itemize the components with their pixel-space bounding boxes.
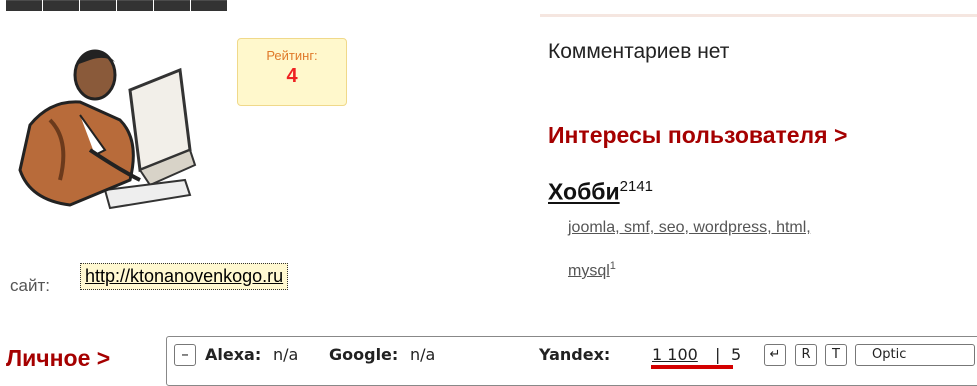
t-button[interactable]: T [825,344,847,366]
r-button[interactable]: R [795,344,817,366]
alexa-label: Alexa: [205,345,262,364]
cropped-heading: ▬▬▬▬▬▬ [6,0,228,20]
rating-badge: Рейтинг: 4 [237,38,347,106]
hobby-tags-link[interactable]: joomla, smf, seo, wordpress, html, [568,219,811,237]
hobby-link[interactable]: Хобби [548,179,620,205]
site-link[interactable]: http://ktonanovenkogo.ru [80,263,289,290]
enter-button[interactable]: ↵ [764,344,786,366]
rating-label: Рейтинг: [266,48,318,63]
hobby-tag-mysql: mysql1 [568,260,616,280]
interests-heading[interactable]: Интересы пользователя > [548,122,847,149]
yandex-underline [651,365,733,369]
minimize-button[interactable]: – [174,344,196,366]
site-label: сайт: [10,276,50,295]
seo-toolbar: – Alexa: n/a Google: n/a Yandex: 1 100 |… [166,336,977,386]
hobby-heading: Хобби2141 [548,178,653,206]
yandex-value-link[interactable]: 1 100 [652,345,698,364]
alexa-value: n/a [273,345,299,364]
no-comments-text: Комментариев нет [548,40,730,63]
yandex-extra: 5 [731,345,742,364]
google-label: Google: [329,345,399,364]
personal-heading[interactable]: Личное > [6,345,110,372]
rating-value: 4 [286,65,298,87]
tag-mysql-link[interactable]: mysql [568,262,610,279]
yandex-separator: | [715,345,721,364]
google-value: n/a [410,345,436,364]
hobby-count: 2141 [619,178,654,195]
businessman-at-computer-illustration [18,49,197,210]
options-button[interactable]: Optic [855,344,975,366]
yandex-label: Yandex: [539,345,611,364]
section-divider [540,14,977,17]
tag-mysql-count: 1 [609,260,616,272]
user-avatar [10,30,210,220]
